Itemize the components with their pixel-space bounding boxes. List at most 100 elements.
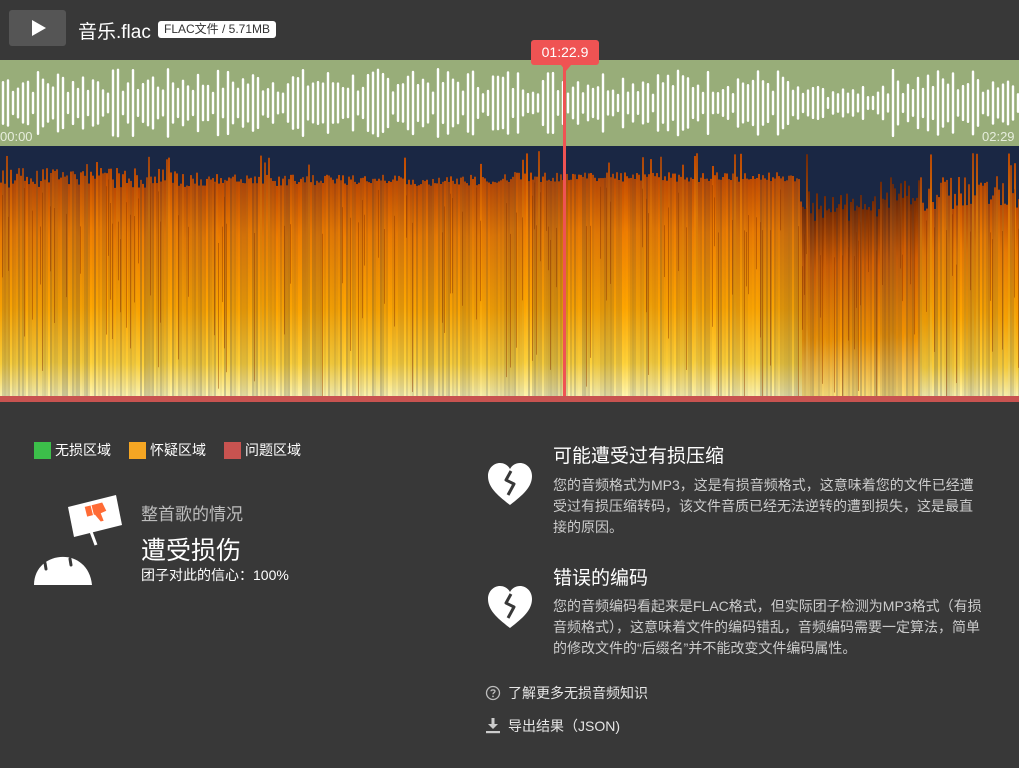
spectrogram-column: [346, 184, 348, 396]
spectrogram-column: [382, 174, 384, 396]
spectrogram-column: [1016, 207, 1018, 396]
play-button[interactable]: [9, 10, 66, 46]
spectrogram-column: [958, 177, 960, 396]
playhead-line[interactable]: [563, 60, 566, 396]
spectrogram-column: [800, 201, 802, 396]
spectrogram-streak: [546, 181, 547, 231]
spectrogram-column: [58, 179, 60, 396]
time-start-label: 00:00: [0, 129, 33, 144]
spectrogram-column: [390, 181, 392, 396]
spectrogram-column: [324, 175, 326, 396]
spectrogram-streak: [804, 234, 805, 295]
spectrogram-column: [26, 176, 28, 396]
spectrogram-column: [724, 173, 726, 396]
spectrogram-column: [524, 173, 526, 396]
spectrogram-column: [782, 176, 784, 396]
spectrogram-column: [388, 181, 390, 396]
spectrogram-column: [424, 181, 426, 396]
spectrogram[interactable]: [0, 146, 1019, 396]
spectrogram-column: [706, 178, 708, 396]
spectrogram-column: [898, 193, 900, 396]
spectrogram-column: [180, 183, 182, 396]
spectrogram-column: [356, 184, 358, 396]
spectrogram-column: [824, 196, 826, 396]
spectrogram-column: [236, 181, 238, 396]
spectrogram-column: [364, 176, 366, 396]
spectrogram-column: [304, 182, 306, 396]
time-end-label: 02:29: [982, 129, 1015, 144]
spectrogram-column: [262, 183, 264, 396]
spectrogram-column: [448, 181, 450, 396]
spectrogram-streak: [848, 247, 849, 341]
spectrogram-column: [602, 178, 604, 396]
spectrogram-streak: [214, 183, 215, 336]
broken-heart-icon: [488, 586, 532, 628]
spectrogram-streak: [712, 185, 713, 327]
spectrogram-streak: [178, 215, 179, 360]
spectrogram-column: [416, 185, 418, 396]
spectrogram-column: [572, 173, 574, 396]
spectrogram-column: [460, 177, 462, 396]
spectrogram-column: [338, 174, 340, 396]
spectrogram-column: [312, 175, 314, 396]
spectrogram-column: [122, 174, 124, 396]
export-json-link[interactable]: 导出结果（JSON): [485, 716, 620, 736]
spectrogram-column: [996, 176, 998, 396]
playhead-time-tag: 01:22.9: [531, 40, 599, 71]
spectrogram-column: [660, 156, 662, 396]
spectrogram-column: [162, 169, 164, 396]
spectrogram-column: [386, 183, 388, 396]
spectrogram-column: [0, 182, 2, 396]
spectrogram-column: [614, 178, 616, 396]
spectrogram-column: [368, 182, 370, 396]
spectrogram-streak: [42, 192, 43, 371]
spectrogram-column: [332, 179, 334, 396]
spectrogram-column: [844, 204, 846, 396]
spectrogram-column: [490, 184, 492, 396]
spectrogram-column: [418, 185, 420, 396]
spectrogram-column: [758, 173, 760, 396]
spectrogram-column: [548, 179, 550, 396]
spectrogram-streak: [586, 226, 587, 387]
spectrogram-streak: [760, 222, 761, 338]
spectrogram-column: [248, 178, 250, 396]
spectrogram-streak: [1002, 231, 1003, 350]
spectrogram-streak: [822, 228, 823, 384]
spectrogram-column: [792, 176, 794, 396]
spectrogram-streak: [412, 222, 413, 392]
spectrogram-column: [300, 178, 302, 396]
spectrogram-column: [314, 185, 316, 396]
spectrogram-column: [132, 187, 134, 396]
broken-heart-icon: [488, 463, 532, 505]
spectrogram-column: [768, 172, 770, 396]
spectrogram-column: [104, 172, 106, 396]
spectrogram-column: [526, 153, 528, 396]
spectrogram-column: [870, 210, 872, 396]
problem-region-bar: [0, 396, 1019, 402]
spectrogram-column: [206, 178, 208, 396]
spectrogram-column: [380, 180, 382, 396]
spectrogram-column: [310, 182, 312, 396]
spectrogram-column: [794, 181, 796, 396]
spectrogram-column: [86, 164, 88, 396]
spectrogram-column: [560, 174, 562, 396]
top-bar: 音乐.flac FLAC文件 / 5.71MB: [0, 0, 1019, 60]
learn-more-link[interactable]: 了解更多无损音频知识: [485, 683, 648, 703]
spectrogram-streak: [134, 216, 135, 303]
spectrogram-streak: [858, 240, 859, 391]
spectrogram-column: [754, 178, 756, 396]
spectrogram-streak: [406, 195, 407, 238]
spectrogram-column: [190, 175, 192, 396]
spectrogram-streak: [532, 195, 533, 361]
spectrogram-column: [428, 184, 430, 396]
waveform-track[interactable]: 00:00 02:29: [0, 60, 1019, 146]
spectrogram-column: [100, 168, 102, 396]
spectrogram-column: [538, 151, 540, 396]
spectrogram-column: [682, 164, 684, 396]
spectrogram-column: [828, 208, 830, 396]
spectrogram-streak: [590, 225, 591, 358]
spectrogram-column: [950, 177, 952, 396]
spectrogram-column: [354, 181, 356, 396]
play-icon: [32, 20, 46, 36]
spectrogram-column: [318, 182, 320, 396]
